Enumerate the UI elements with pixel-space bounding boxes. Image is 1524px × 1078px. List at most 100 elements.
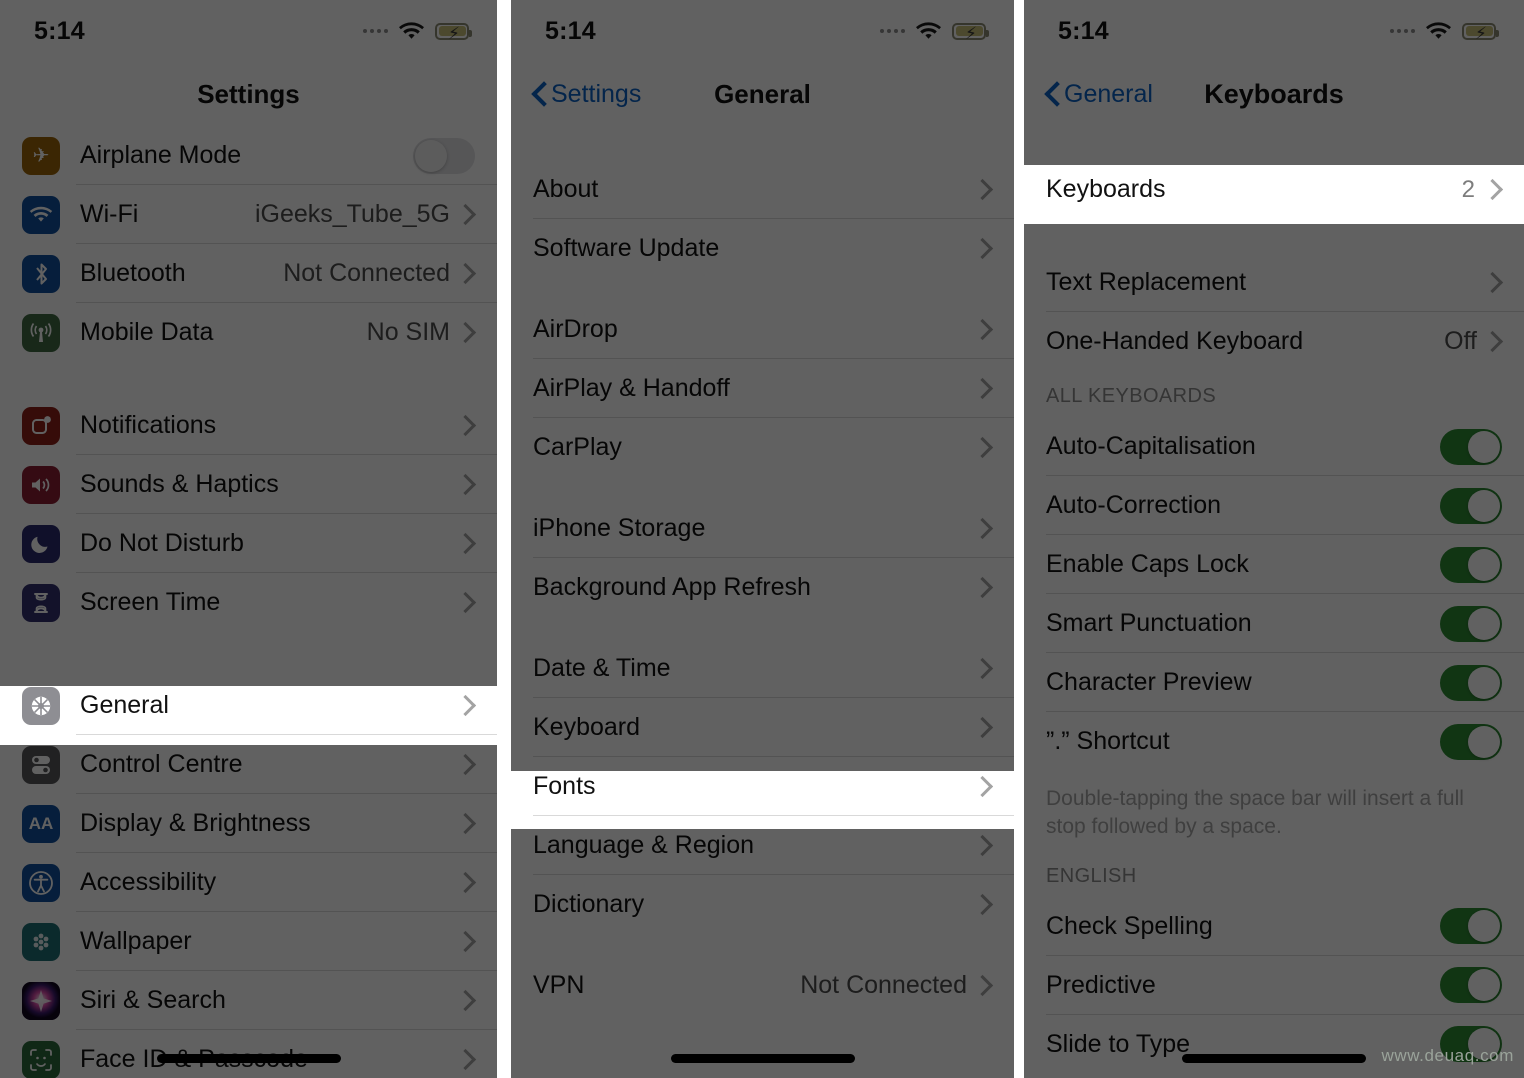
settings-row-display-brightness[interactable]: AA Display & Brightness: [0, 794, 497, 853]
settings-row-mobile-data[interactable]: Mobile Data No SIM: [0, 303, 497, 362]
auto-correction-toggle[interactable]: [1440, 487, 1502, 524]
chevron-right-icon: [464, 814, 475, 833]
enable-caps-lock-toggle[interactable]: [1440, 546, 1502, 583]
settings-row-wallpaper[interactable]: Wallpaper: [0, 912, 497, 971]
keyboards-row-one-handed-keyboard[interactable]: One-Handed Keyboard Off: [1024, 312, 1524, 371]
back-button-settings[interactable]: Settings: [533, 62, 641, 126]
settings-row-siri-search[interactable]: Siri & Search: [0, 971, 497, 1030]
back-button-label: Settings: [551, 79, 642, 108]
row-label: Mobile Data: [80, 318, 214, 346]
siri-icon: [22, 981, 60, 1020]
chevron-right-icon: [1491, 180, 1502, 199]
row-label: VPN: [533, 971, 585, 999]
row-value: iGeeks_Tube_5G: [254, 200, 450, 228]
screenshot-stage: 5:14 ⚡ Settings ✈ Airplane Mode Wi-Fi iG…: [0, 0, 1524, 1078]
back-button-general[interactable]: General: [1046, 62, 1153, 126]
phone-screen-settings: 5:14 ⚡ Settings ✈ Airplane Mode Wi-Fi iG…: [0, 0, 497, 1078]
row-label: General: [80, 691, 169, 719]
settings-row-wifi[interactable]: Wi-Fi iGeeks_Tube_5G: [0, 185, 497, 244]
status-bar: 5:14 ⚡: [511, 0, 1014, 62]
row-label: Wallpaper: [80, 927, 192, 955]
wifi-icon: [1426, 21, 1451, 41]
settings-row-airplane-mode[interactable]: ✈ Airplane Mode: [0, 126, 497, 185]
check-spelling-toggle[interactable]: [1440, 908, 1502, 945]
general-row-date-time[interactable]: Date & Time: [511, 639, 1014, 698]
chevron-right-icon: [981, 777, 992, 796]
general-row-about[interactable]: About: [511, 160, 1014, 219]
row-label: Enable Caps Lock: [1046, 550, 1249, 578]
nav-bar-settings: Settings: [0, 62, 497, 126]
status-bar-time: 5:14: [545, 16, 596, 45]
chevron-right-icon: [464, 264, 475, 283]
chevron-right-icon: [464, 873, 475, 892]
general-row-carplay[interactable]: CarPlay: [511, 418, 1014, 477]
keyboards-row-auto-correction[interactable]: Auto-Correction: [1024, 476, 1524, 535]
general-row-dictionary[interactable]: Dictionary: [511, 875, 1014, 934]
keyboards-row-keyboards[interactable]: Keyboards 2: [1024, 160, 1524, 219]
chevron-right-icon: [981, 578, 992, 597]
row-label: Siri & Search: [80, 986, 226, 1014]
wallpaper-icon: [22, 922, 60, 961]
watermark: www.deuaq.com: [1381, 1046, 1514, 1065]
chevron-right-icon: [981, 836, 992, 855]
general-row-fonts[interactable]: Fonts: [511, 757, 1014, 816]
section-header-english: ENGLISH: [1046, 864, 1137, 887]
keyboards-row-enable-caps-lock[interactable]: Enable Caps Lock: [1024, 535, 1524, 594]
home-indicator: [1182, 1054, 1366, 1063]
row-value: Not Connected: [800, 971, 967, 999]
keyboards-row-auto-capitalisation[interactable]: Auto-Capitalisation: [1024, 417, 1524, 476]
row-label: Sounds & Haptics: [80, 470, 279, 498]
general-row-iphone-storage[interactable]: iPhone Storage: [511, 499, 1014, 558]
keyboards-group-all-keyboards: Auto-Capitalisation Auto-Correction Enab…: [1024, 417, 1524, 771]
settings-row-accessibility[interactable]: Accessibility: [0, 853, 497, 912]
airplane-mode-toggle[interactable]: [413, 137, 475, 174]
settings-row-control-centre[interactable]: Control Centre: [0, 735, 497, 794]
keyboards-row-smart-punctuation[interactable]: Smart Punctuation: [1024, 594, 1524, 653]
section-note-period-shortcut: Double-tapping the space bar will insert…: [1046, 787, 1464, 838]
auto-capitalisation-toggle[interactable]: [1440, 428, 1502, 465]
row-label: Bluetooth: [80, 259, 186, 287]
keyboards-row-text-replacement[interactable]: Text Replacement: [1024, 253, 1524, 312]
general-group-localization: Date & Time Keyboard Fonts Language & Re…: [511, 639, 1014, 934]
settings-row-do-not-disturb[interactable]: Do Not Disturb: [0, 514, 497, 573]
character-preview-toggle[interactable]: [1440, 664, 1502, 701]
general-row-airdrop[interactable]: AirDrop: [511, 300, 1014, 359]
general-row-background-app-refresh[interactable]: Background App Refresh: [511, 558, 1014, 617]
page-title: Keyboards: [1204, 78, 1344, 109]
settings-row-bluetooth[interactable]: Bluetooth Not Connected: [0, 244, 497, 303]
keyboards-row-character-preview[interactable]: Character Preview: [1024, 653, 1524, 712]
settings-row-sounds-haptics[interactable]: Sounds & Haptics: [0, 455, 497, 514]
wifi-icon: [399, 21, 424, 41]
general-row-airplay-handoff[interactable]: AirPlay & Handoff: [511, 359, 1014, 418]
settings-row-screen-time[interactable]: Screen Time: [0, 573, 497, 632]
chevron-right-icon: [464, 416, 475, 435]
settings-row-general[interactable]: General: [0, 676, 497, 735]
keyboards-row-period-shortcut[interactable]: ”.” Shortcut: [1024, 712, 1524, 771]
smart-punctuation-toggle[interactable]: [1440, 605, 1502, 642]
predictive-toggle[interactable]: [1440, 967, 1502, 1004]
page-title: Settings: [197, 78, 300, 109]
general-row-keyboard[interactable]: Keyboard: [511, 698, 1014, 757]
phone-screen-keyboards: 5:14 ⚡ General Keyboards Keyboards 2 Tex…: [1024, 0, 1524, 1078]
keyboards-row-predictive[interactable]: Predictive: [1024, 956, 1524, 1015]
row-label: Predictive: [1046, 970, 1156, 999]
hourglass-icon: [22, 583, 60, 622]
row-label: Display & Brightness: [80, 809, 311, 837]
row-label: Do Not Disturb: [80, 529, 244, 557]
row-label: AirDrop: [533, 315, 618, 343]
row-label: Control Centre: [80, 750, 243, 778]
row-label: Language & Region: [533, 831, 755, 859]
keyboards-row-check-spelling[interactable]: Check Spelling: [1024, 897, 1524, 956]
general-row-software-update[interactable]: Software Update: [511, 219, 1014, 278]
status-bar: 5:14 ⚡: [1024, 0, 1524, 62]
settings-row-notifications[interactable]: Notifications: [0, 396, 497, 455]
period-shortcut-toggle[interactable]: [1440, 723, 1502, 760]
general-row-language-region[interactable]: Language & Region: [511, 816, 1014, 875]
general-row-vpn[interactable]: VPN Not Connected: [511, 956, 1014, 1015]
general-screen: 5:14 ⚡ Settings General About Software U…: [511, 0, 1014, 1078]
chevron-right-icon: [1491, 332, 1502, 351]
